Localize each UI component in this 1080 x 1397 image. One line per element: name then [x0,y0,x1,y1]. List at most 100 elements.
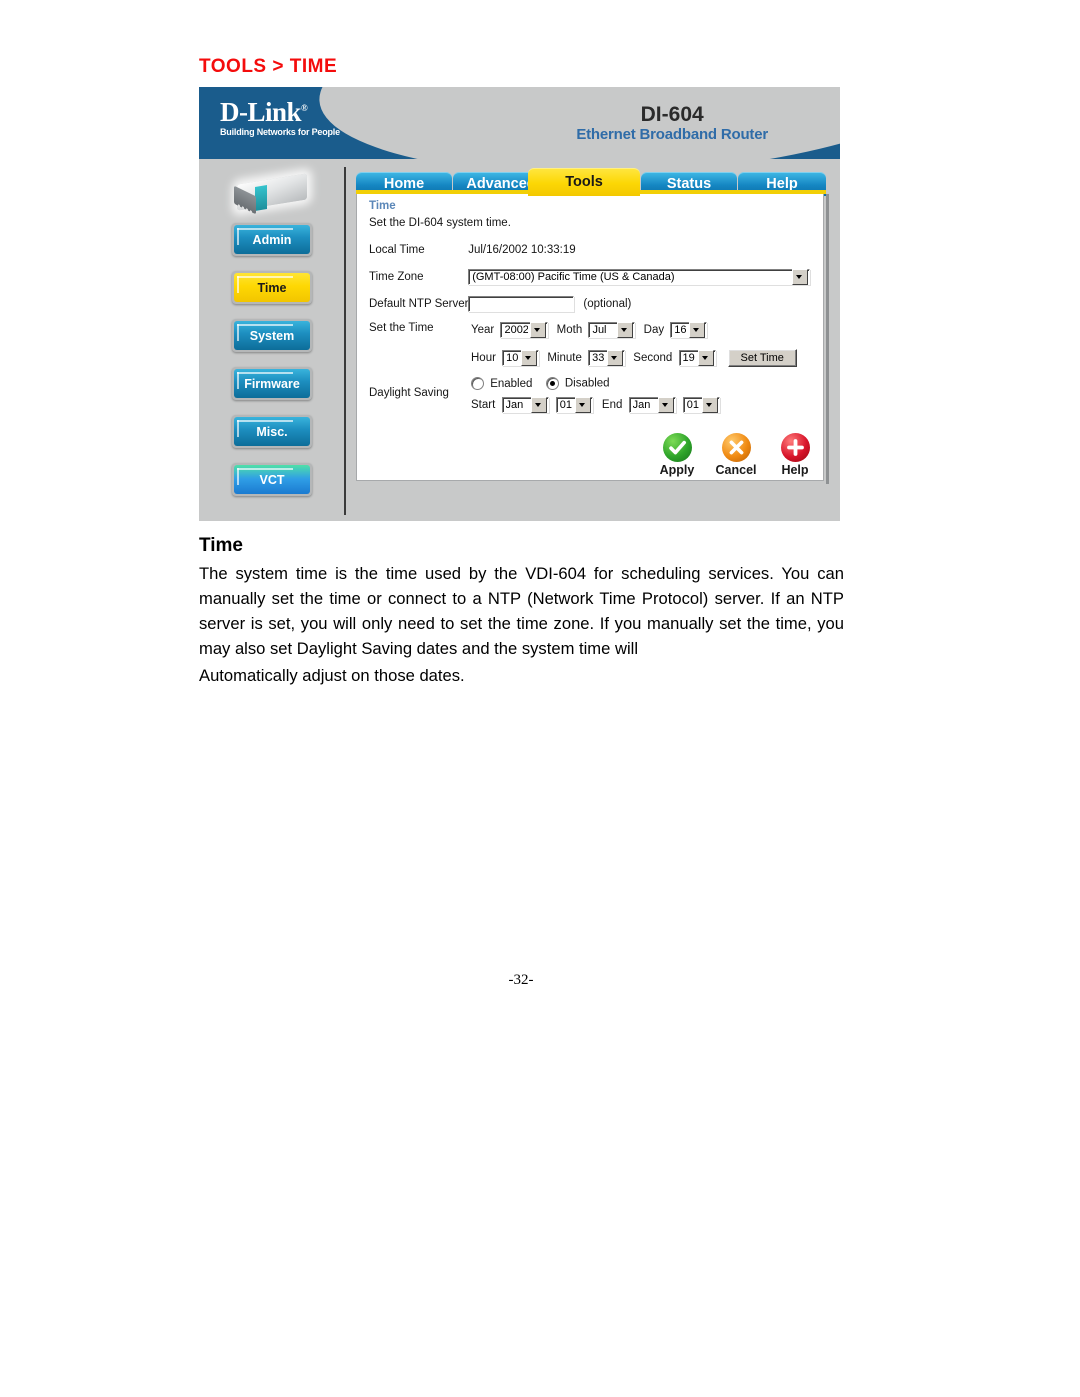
set-date-row: Year 2002 Moth Jul Day 16 [471,322,708,338]
router-sidebar: Admin Time System Firmware Misc. VCT [199,159,344,521]
daylight-range-row: Start Jan 01 End Jan 01 [471,397,720,413]
ntp-server-hint: (optional) [583,298,632,311]
time-zone-select[interactable]: (GMT-08:00) Pacific Time (US & Canada) [468,269,811,285]
sidebar-item-misc[interactable]: Misc. [232,415,312,448]
cancel-label: Cancel [715,463,757,477]
set-time-label-row: Set the Time [369,322,465,334]
hour-label: Hour [471,352,496,365]
local-time-row: Local Time Jul/16/2002 10:33:19 [369,244,576,256]
chevron-down-icon[interactable] [697,350,714,366]
model-name: DI-604 [640,103,704,126]
second-value: 19 [682,352,695,364]
hour-select[interactable]: 10 [502,350,540,366]
tab-tools[interactable]: Tools [528,168,640,196]
sidebar-item-label: Time [257,280,287,295]
action-buttons: Apply Cancel Help [654,433,818,477]
cancel-button[interactable]: Cancel [713,433,759,477]
ntp-server-label: Default NTP Server [369,298,469,310]
brand-name: D-Link [220,97,302,127]
help-button[interactable]: Help [772,433,818,477]
daylight-start-month-select[interactable]: Jan [501,397,549,413]
set-time-label: Set the Time [369,322,434,334]
day-value: 16 [674,324,687,336]
time-zone-selected-value: (GMT-08:00) Pacific Time (US & Canada) [472,271,675,283]
year-select[interactable]: 2002 [500,322,549,338]
daylight-end-day-select[interactable]: 01 [682,397,720,413]
daylight-enabled-radio[interactable] [471,377,484,390]
time-zone-label: Time Zone [369,271,424,283]
daylight-disabled-label: Disabled [564,377,610,390]
model-description: Ethernet Broadband Router [576,126,768,144]
daylight-saving-label-row: Daylight Saving [369,387,465,399]
hour-value: 10 [506,352,519,364]
daylight-end-month-value: Jan [632,399,651,411]
daylight-end-month-select[interactable]: Jan [628,397,676,413]
day-label: Day [643,324,665,337]
day-select[interactable]: 16 [670,322,708,338]
daylight-end-label: End [601,399,623,412]
sidebar-item-system[interactable]: System [232,319,312,352]
second-select[interactable]: 19 [678,350,716,366]
registered-mark-icon: ® [301,103,308,113]
time-zone-row: Time Zone (GMT-08:00) Pacific Time (US &… [369,269,811,285]
sidebar-item-admin[interactable]: Admin [232,223,312,256]
month-label: Moth [556,324,583,337]
chevron-down-icon[interactable] [792,269,809,285]
local-time-label: Local Time [369,244,425,256]
page-number: -32- [508,972,534,988]
second-label: Second [633,352,673,365]
chevron-down-icon[interactable] [689,322,706,338]
minute-select[interactable]: 33 [588,350,626,366]
section-title: Time [369,200,396,212]
chevron-down-icon[interactable] [657,397,674,413]
check-circle-icon [662,433,692,462]
apply-button[interactable]: Apply [654,433,700,477]
year-label: Year [471,324,495,337]
chevron-down-icon[interactable] [701,397,718,413]
plus-circle-icon [780,433,810,462]
body-paragraph-2: Automatically adjust on those dates. [199,666,465,685]
local-time-value: Jul/16/2002 10:33:19 [468,244,576,256]
dlink-logo: D-Link® Building Networks for People [220,97,340,138]
help-label: Help [781,463,809,477]
sidebar-item-label: VCT [259,472,285,487]
chevron-down-icon[interactable] [530,397,547,413]
year-value: 2002 [504,324,529,336]
sidebar-item-vct[interactable]: VCT [232,463,312,496]
chevron-down-icon[interactable] [521,350,538,366]
minute-value: 33 [592,352,605,364]
daylight-start-month-value: Jan [505,399,524,411]
daylight-disabled-radio[interactable] [545,377,559,390]
x-circle-icon [721,433,751,462]
sidebar-item-label: System [249,328,295,343]
model-block: DI-604 Ethernet Broadband Router [576,103,768,144]
content-card: Time Set the DI-604 system time. Local T… [356,194,824,481]
chevron-down-icon[interactable] [530,322,547,338]
router-admin-screenshot: D-Link® Building Networks for People DI-… [199,87,840,521]
sidebar-item-firmware[interactable]: Firmware [232,367,312,400]
daylight-radio-row: Enabled Disabled [471,377,610,390]
month-value: Jul [592,324,607,336]
daylight-start-day-select[interactable]: 01 [555,397,593,413]
content-card-shadow [826,194,829,484]
body-paragraph: The system time is the time used by the … [199,564,844,658]
set-time-button[interactable]: Set Time [727,349,797,367]
section-subtitle: Set the DI-604 system time. [369,217,511,229]
daylight-enabled-label: Enabled [490,377,533,390]
set-clock-row: Hour 10 Minute 33 Second 19 Set Time [471,349,797,367]
month-select[interactable]: Jul [588,322,636,338]
router-main-area: Home Advanced Tools Status Help Time Set… [346,159,840,521]
router-body: Admin Time System Firmware Misc. VCT Hom… [199,159,840,521]
minute-label: Minute [547,352,582,365]
chevron-down-icon[interactable] [617,322,634,338]
chevron-down-icon[interactable] [607,350,624,366]
sidebar-item-time[interactable]: Time [232,271,312,304]
sidebar-item-label: Misc. [256,424,288,439]
sidebar-item-label: Admin [252,232,292,247]
chevron-down-icon[interactable] [574,397,591,413]
router-device-icon [227,167,319,217]
ntp-server-input[interactable] [468,296,575,312]
daylight-saving-label: Daylight Saving [369,387,449,399]
daylight-start-label: Start [471,399,496,412]
brand-tagline: Building Networks for People [220,127,340,137]
